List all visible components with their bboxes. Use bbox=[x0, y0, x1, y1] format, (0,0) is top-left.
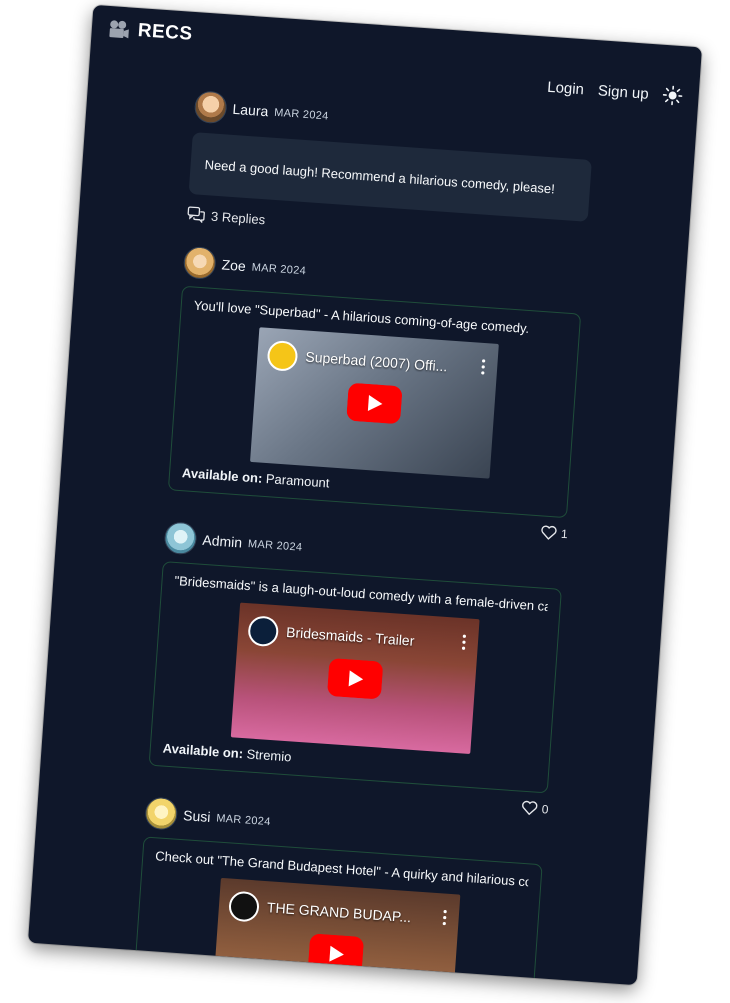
availability: Available on: Paramount bbox=[182, 465, 556, 506]
channel-avatar[interactable] bbox=[227, 890, 261, 923]
available-label: Available on: bbox=[162, 740, 244, 762]
reply-post: Zoe MAR 2024 You'll love "Superbad" - A … bbox=[60, 238, 686, 541]
question-text: Need a good laugh! Recommend a hilarious… bbox=[204, 156, 556, 196]
availability: Available on: Stremio bbox=[162, 741, 536, 782]
avatar[interactable] bbox=[193, 90, 228, 125]
app-window: RECS Login Sign up Laura MAR 2024 Need a… bbox=[27, 4, 703, 986]
play-icon[interactable] bbox=[327, 657, 384, 699]
app-title: RECS bbox=[137, 20, 194, 45]
post-date: MAR 2024 bbox=[251, 261, 307, 278]
platform-name: Paramount bbox=[265, 471, 330, 491]
play-icon[interactable] bbox=[308, 933, 365, 975]
replies-count: 3 Replies bbox=[210, 208, 266, 227]
more-vertical-icon[interactable] bbox=[461, 634, 466, 650]
platform-name: Stremio bbox=[246, 746, 292, 765]
reply-card: Check out "The Grand Budapest Hotel" - A… bbox=[130, 836, 543, 986]
signup-link[interactable]: Sign up bbox=[597, 82, 649, 103]
video-title[interactable]: Superbad (2007) Offi... bbox=[305, 349, 468, 376]
available-label: Available on: bbox=[181, 465, 263, 486]
reply-text: Check out "The Grand Budapest Hotel" - A… bbox=[154, 848, 529, 890]
post-date: MAR 2024 bbox=[215, 812, 271, 829]
author-name[interactable]: Laura bbox=[232, 101, 269, 119]
channel-avatar[interactable] bbox=[266, 339, 299, 372]
video-embed[interactable]: Superbad (2007) Offi... bbox=[250, 327, 499, 479]
heart-icon bbox=[541, 525, 557, 540]
author-name[interactable]: Susi bbox=[183, 807, 211, 825]
more-vertical-icon[interactable] bbox=[442, 909, 447, 926]
reply-card: "Bridesmaids" is a laugh-out-loud comedy… bbox=[148, 561, 562, 794]
reply-card: You'll love "Superbad" - A hilarious com… bbox=[167, 285, 582, 519]
post-date: MAR 2024 bbox=[273, 106, 329, 123]
post-date: MAR 2024 bbox=[247, 537, 303, 554]
video-embed[interactable]: THE GRAND BUDAP... bbox=[211, 877, 461, 986]
film-camera-icon bbox=[109, 20, 129, 39]
reply-text: "Bridesmaids" is a laugh-out-loud comedy… bbox=[174, 572, 549, 614]
author-name[interactable]: Zoe bbox=[221, 256, 246, 274]
channel-avatar[interactable] bbox=[247, 615, 280, 648]
avatar[interactable] bbox=[163, 521, 198, 556]
like-button[interactable]: 1 bbox=[541, 524, 569, 541]
heart-icon bbox=[522, 800, 538, 816]
avatar[interactable] bbox=[144, 796, 179, 831]
reply-post: Susi MAR 2024 Check out "The Grand Budap… bbox=[28, 789, 647, 986]
logo[interactable]: RECS bbox=[107, 18, 193, 46]
sun-icon[interactable] bbox=[662, 85, 683, 106]
more-vertical-icon[interactable] bbox=[481, 359, 486, 375]
like-count: 1 bbox=[560, 526, 569, 541]
video-title[interactable]: THE GRAND BUDAP... bbox=[266, 899, 429, 926]
top-nav: Login Sign up bbox=[547, 77, 684, 106]
author-name[interactable]: Admin bbox=[202, 532, 243, 551]
reply-post: Admin MAR 2024 "Bridesmaids" is a laugh-… bbox=[41, 514, 667, 816]
video-title[interactable]: Bridesmaids - Trailer bbox=[286, 624, 449, 651]
video-embed[interactable]: Bridesmaids - Trailer bbox=[230, 602, 480, 754]
login-link[interactable]: Login bbox=[547, 78, 585, 98]
play-icon[interactable] bbox=[346, 382, 403, 424]
like-count: 0 bbox=[541, 801, 550, 817]
reply-text: You'll love "Superbad" - A hilarious com… bbox=[193, 297, 530, 337]
avatar[interactable] bbox=[182, 245, 217, 280]
chat-bubbles-icon bbox=[187, 206, 205, 224]
replies-toggle[interactable]: 3 Replies bbox=[187, 206, 689, 257]
like-button[interactable]: 0 bbox=[521, 800, 549, 817]
